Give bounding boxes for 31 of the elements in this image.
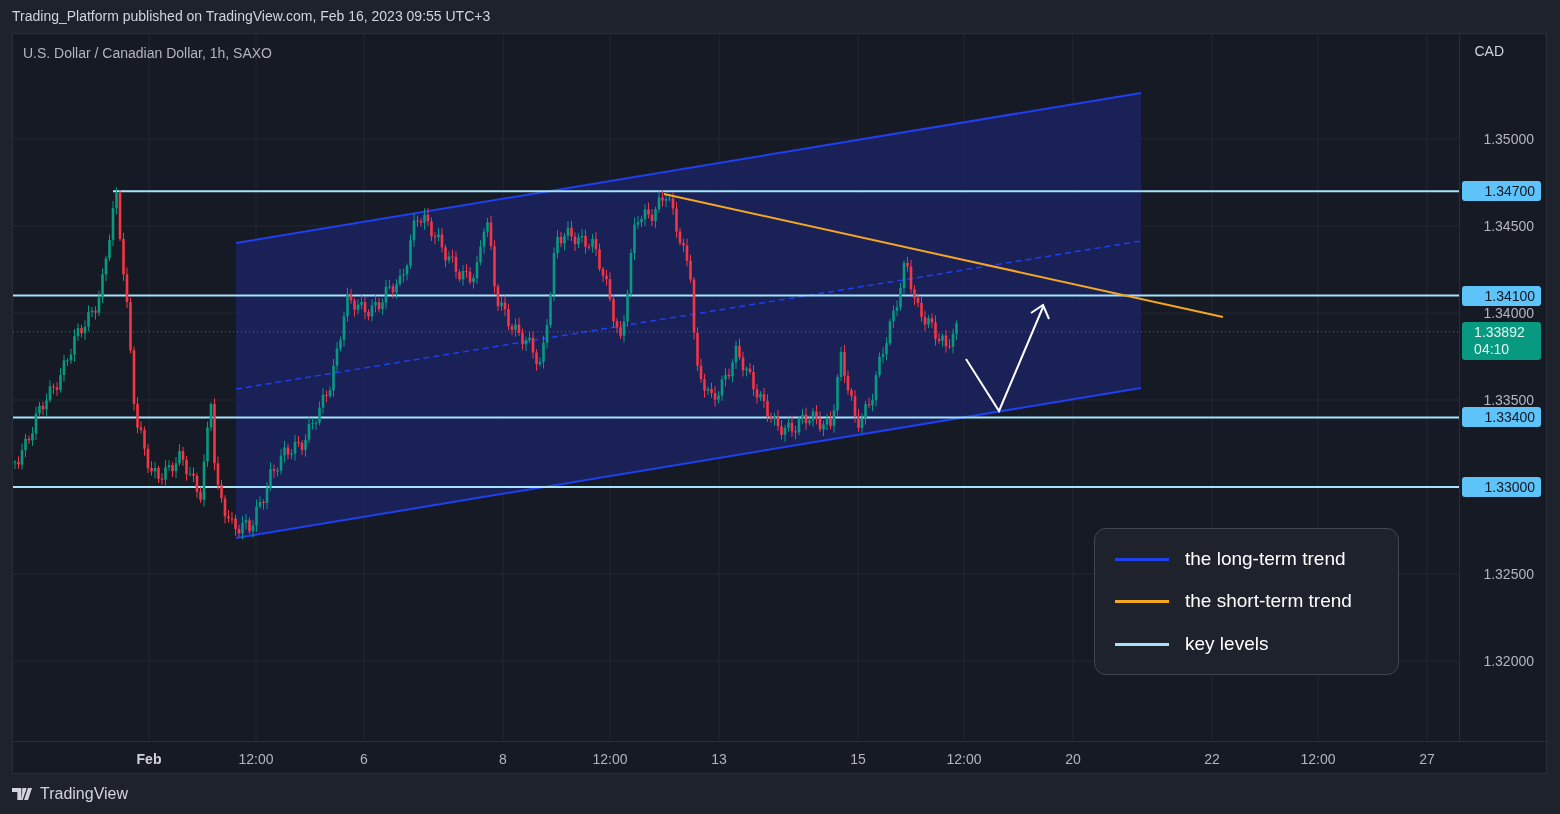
time-axis-label: 8 [499,750,507,769]
time-axis-label: 12:00 [238,750,274,769]
time-axis-label: Feb [136,750,162,769]
time-axis-label: 12:00 [592,750,628,769]
time-axis-label: 20 [1065,750,1081,769]
price-axis-label: 1.34000 [1483,305,1534,321]
time-axis-label: 27 [1419,750,1435,769]
key-level-tag: 1.34700 [1462,181,1542,202]
time-axis-label: 12:00 [1300,750,1336,769]
currency-label: CAD [1474,42,1504,61]
price-axis-label: 1.32000 [1483,653,1534,669]
chart-symbol: U.S. Dollar / Canadian Dollar, 1h, SAXO [23,44,272,63]
time-axis-label: 6 [360,750,368,769]
time-axis-label: 13 [711,750,727,769]
time-axis-label: 15 [850,750,866,769]
time-axis-label: 12:00 [946,750,982,769]
bar-countdown: 04:10 [1474,340,1511,358]
price-axis-label: 1.35000 [1483,131,1534,147]
key-level-tag: 1.34100 [1462,285,1542,306]
time-axis-label: 22 [1204,750,1220,769]
key-level-tag: 1.33000 [1462,477,1542,497]
current-price: 1.33892 [1474,323,1526,341]
price-axis-label: 1.34500 [1483,218,1534,234]
legend-label: the long-term trend [1185,546,1346,571]
key-level-tag: 1.33400 [1462,407,1542,428]
legend-label: the short-term trend [1185,589,1352,614]
legend-label: key levels [1185,631,1269,656]
price-axis-label: 1.33500 [1483,392,1534,408]
price-axis-label: 1.32500 [1483,566,1534,582]
publish-info: Trading_Platform published on TradingView.com, Feb 16, 2023 09:55 UTC+3 [12,7,491,26]
brand-name: TradingView [40,784,129,804]
